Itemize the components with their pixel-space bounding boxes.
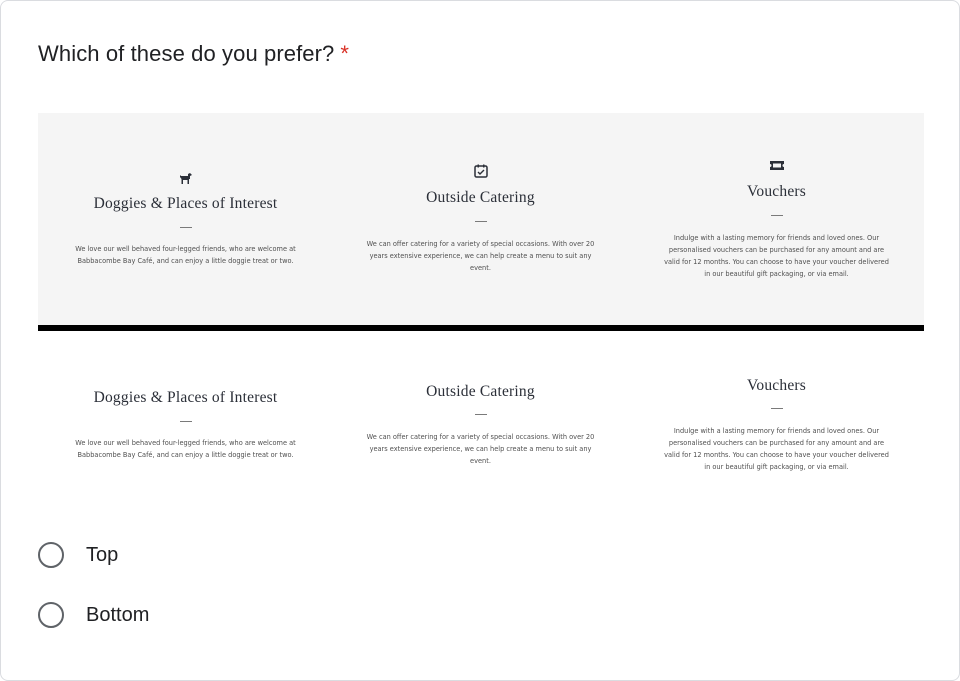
bottom-column-catering: Outside Catering We can offer catering f… [333,331,628,508]
question-text: Which of these do you prefer? [38,41,335,66]
desc-line: Indulge with a lasting memory for friend… [673,427,880,435]
desc-line: in our beautiful gift packaging, or via … [704,270,849,278]
desc-line: We love our well behaved four-legged fri… [75,439,296,447]
top-dash-vouchers [770,215,783,216]
bottom-dash-catering [474,414,487,415]
option-label-bottom: Bottom [86,603,150,626]
question-image: Doggies & Places of Interest We love our… [38,113,924,508]
desc-line: personalised vouchers can be purchased f… [668,246,885,254]
ticket-icon [769,161,784,170]
top-column-doggies: Doggies & Places of Interest We love our… [38,113,333,325]
radio-button-bottom[interactable] [38,602,64,628]
desc-line: Babbacombe Bay Café, and can enjoy a lit… [77,451,294,459]
top-desc-catering: We can offer catering for a variety of s… [351,238,611,274]
desc-line: valid for 12 months. You can choose to h… [664,258,889,266]
bottom-dash-vouchers [770,408,783,409]
question-card: Which of these do you prefer? * Doggies &… [0,0,960,681]
option-bottom[interactable]: Bottom [38,599,338,631]
desc-line: valid for 12 months. You can choose to h… [664,451,889,459]
bottom-column-vouchers: Vouchers Indulge with a lasting memory f… [629,331,924,508]
option-top[interactable]: Top [38,539,338,571]
top-desc-doggies: We love our well behaved four-legged fri… [61,243,311,267]
top-column-catering: Outside Catering We can offer catering f… [333,113,628,325]
calendar-check-icon [473,164,488,178]
question-title: Which of these do you prefer? * [38,41,349,67]
desc-line: event. [470,457,491,465]
image-bottom-variant: Doggies & Places of Interest We love our… [38,331,924,508]
top-title-doggies: Doggies & Places of Interest [93,195,278,212]
top-desc-vouchers: Indulge with a lasting memory for friend… [644,232,909,280]
desc-line: We love our well behaved four-legged fri… [75,245,296,253]
top-column-vouchers: Vouchers Indulge with a lasting memory f… [629,113,924,325]
desc-line: event. [470,264,491,272]
desc-line: Indulge with a lasting memory for friend… [673,234,880,242]
bottom-title-doggies: Doggies & Places of Interest [93,389,278,406]
bottom-desc-vouchers: Indulge with a lasting memory for friend… [644,425,909,473]
desc-line: We can offer catering for a variety of s… [366,240,595,248]
image-top-variant: Doggies & Places of Interest We love our… [38,113,924,325]
top-title-catering: Outside Catering [426,189,535,206]
option-label-top: Top [86,543,119,566]
desc-line: years extensive experience, we can help … [369,445,592,453]
bottom-title-catering: Outside Catering [426,383,535,400]
dog-icon [179,173,192,184]
desc-line: We can offer catering for a variety of s… [366,433,595,441]
desc-line: in our beautiful gift packaging, or via … [704,463,849,471]
desc-line: personalised vouchers can be purchased f… [668,439,885,447]
top-dash-catering [474,221,487,222]
required-asterisk: * [340,41,350,66]
bottom-desc-catering: We can offer catering for a variety of s… [351,431,611,467]
desc-line: years extensive experience, we can help … [369,252,592,260]
bottom-dash-doggies [179,421,192,422]
radio-button-top[interactable] [38,542,64,568]
bottom-desc-doggies: We love our well behaved four-legged fri… [61,437,311,461]
desc-line: Babbacombe Bay Café, and can enjoy a lit… [77,257,294,265]
bottom-column-doggies: Doggies & Places of Interest We love our… [38,331,333,508]
top-title-vouchers: Vouchers [747,183,806,200]
bottom-title-vouchers: Vouchers [747,377,806,394]
top-dash-doggies [179,227,192,228]
